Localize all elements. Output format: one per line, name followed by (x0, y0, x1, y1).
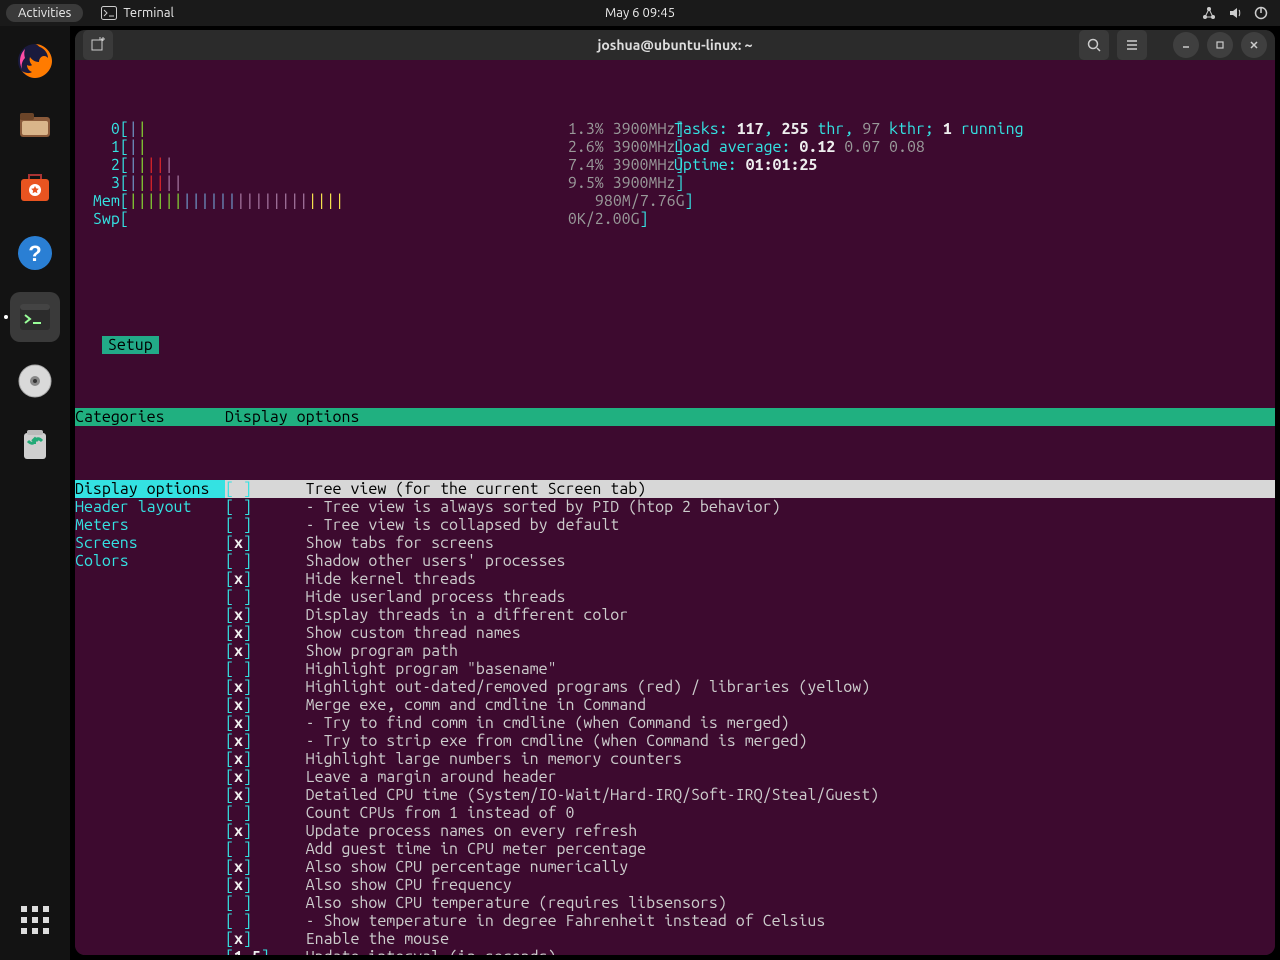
dock-disc[interactable] (10, 356, 60, 406)
option-row[interactable]: [x] Also show CPU percentage numerically (75, 858, 1275, 876)
option-row[interactable]: [x] Merge exe, comm and cmdline in Comma… (75, 696, 1275, 714)
option-row[interactable]: [x] - Try to strip exe from cmdline (whe… (75, 732, 1275, 750)
setup-tab: Setup (102, 336, 159, 354)
dock-terminal[interactable] (10, 292, 60, 342)
option-row[interactable]: [ ] - Show temperature in degree Fahrenh… (75, 912, 1275, 930)
cpu-meter-3: 3[|||||| 9.5% 3900MHz] (75, 174, 1275, 192)
option-row[interactable]: [x] Leave a margin around header (75, 768, 1275, 786)
terminal-content[interactable]: 0[|| 1.3% 3900MHz] Tasks: 117, 255 thr, … (75, 60, 1275, 955)
appmenu-label: Terminal (123, 6, 174, 20)
system-tray[interactable] (1202, 6, 1268, 20)
option-row[interactable]: [x] Highlight out-dated/removed programs… (75, 678, 1275, 696)
category-item[interactable]: Header layout (75, 498, 225, 516)
maximize-button[interactable] (1207, 32, 1233, 58)
hamburger-menu-button[interactable] (1117, 30, 1147, 60)
option-row[interactable]: [ ] Add guest time in CPU meter percenta… (75, 840, 1275, 858)
option-row[interactable]: Colors[ ] Shadow other users' processes (75, 552, 1275, 570)
option-row[interactable]: Meters[ ] - Tree view is collapsed by de… (75, 516, 1275, 534)
svg-text:?: ? (28, 241, 41, 266)
dock-files[interactable] (10, 100, 60, 150)
option-row[interactable]: [ ] Count CPUs from 1 instead of 0 (75, 804, 1275, 822)
dock: ? (0, 26, 70, 960)
option-row[interactable]: [1.5] Update interval (in seconds) (75, 948, 1275, 955)
category-item[interactable]: Meters (75, 516, 225, 534)
network-icon[interactable] (1202, 6, 1216, 20)
option-row[interactable]: Header layout[ ] - Tree view is always s… (75, 498, 1275, 516)
mem-meter: Mem[|||||||||||||||||||||||| 980M/7.76G] (75, 192, 1275, 210)
activities-button[interactable]: Activities (6, 4, 83, 22)
dock-firefox[interactable] (10, 36, 60, 86)
swap-meter: Swp[ 0K/2.00G] (75, 210, 1275, 228)
gnome-topbar: Activities Terminal May 6 09:45 (0, 0, 1280, 26)
new-tab-button[interactable] (83, 30, 113, 60)
terminal-icon (101, 6, 117, 20)
option-row[interactable]: [x] - Try to find comm in cmdline (when … (75, 714, 1275, 732)
category-item[interactable]: Colors (75, 552, 225, 570)
option-row[interactable]: Display options [ ] Tree view (for the c… (75, 480, 1275, 498)
option-row[interactable]: [x] Also show CPU frequency (75, 876, 1275, 894)
show-apps-button[interactable] (15, 900, 55, 940)
appmenu[interactable]: Terminal (101, 6, 174, 20)
option-row[interactable]: [x] Highlight large numbers in memory co… (75, 750, 1275, 768)
category-item[interactable]: Display options (75, 480, 227, 498)
cpu-meter-0: 0[|| 1.3% 3900MHz] Tasks: 117, 255 thr, … (75, 120, 1275, 138)
option-row[interactable]: [x] Show program path (75, 642, 1275, 660)
cpu-meter-1: 1[|| 2.6% 3900MHz] Load average: 0.12 0.… (75, 138, 1275, 156)
close-button[interactable] (1241, 32, 1267, 58)
option-row[interactable]: [ ] Hide userland process threads (75, 588, 1275, 606)
option-row[interactable]: [x] Update process names on every refres… (75, 822, 1275, 840)
option-row[interactable]: Screens[x] Show tabs for screens (75, 534, 1275, 552)
option-row[interactable]: [ ] Highlight program "basename" (75, 660, 1275, 678)
option-row[interactable]: [x] Hide kernel threads (75, 570, 1275, 588)
dock-trash[interactable] (10, 420, 60, 470)
option-row[interactable]: [x] Detailed CPU time (System/IO-Wait/Ha… (75, 786, 1275, 804)
option-row[interactable]: [x] Enable the mouse (75, 930, 1275, 948)
volume-icon[interactable] (1228, 6, 1242, 20)
search-button[interactable] (1079, 30, 1109, 60)
power-icon[interactable] (1254, 6, 1268, 20)
option-row[interactable]: [x] Display threads in a different color (75, 606, 1275, 624)
category-item[interactable]: Screens (75, 534, 225, 552)
option-row[interactable]: [x] Show custom thread names (75, 624, 1275, 642)
window-title: joshua@ubuntu-linux: ~ (597, 37, 752, 53)
clock[interactable]: May 6 09:45 (605, 6, 675, 20)
cpu-meter-2: 2[||||| 7.4% 3900MHz] Uptime: 01:01:25 (75, 156, 1275, 174)
option-row[interactable]: [ ] Also show CPU temperature (requires … (75, 894, 1275, 912)
setup-header: CategoriesDisplay options (75, 408, 1275, 426)
titlebar: joshua@ubuntu-linux: ~ (75, 30, 1275, 60)
dock-software[interactable] (10, 164, 60, 214)
minimize-button[interactable] (1173, 32, 1199, 58)
terminal-window: joshua@ubuntu-linux: ~ 0[|| 1.3% 3900MHz… (75, 30, 1275, 955)
dock-help[interactable]: ? (10, 228, 60, 278)
